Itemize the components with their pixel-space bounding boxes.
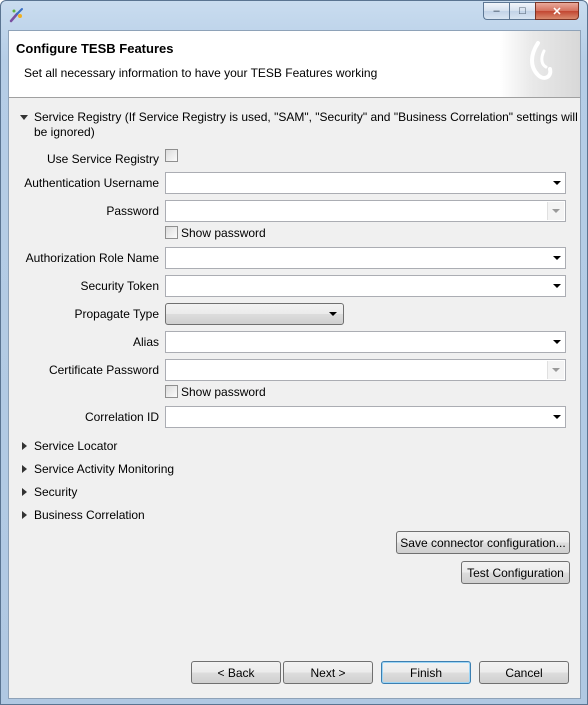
save-connector-config-button[interactable]: Save connector configuration... (396, 531, 570, 554)
security-token-label: Security Token (80, 279, 160, 293)
next-button[interactable]: Next > (283, 661, 373, 684)
auth-role-label: Authorization Role Name (25, 251, 159, 265)
cert-password-field[interactable] (165, 359, 566, 381)
wizard-window: – □ ✕ Configure TESB Features Set all ne… (0, 0, 588, 705)
alias-label: Alias (132, 335, 159, 349)
chevron-down-icon (552, 368, 560, 372)
expand-arrow-icon[interactable] (22, 465, 27, 473)
maximize-button[interactable]: □ (509, 2, 535, 20)
auth-role-combo[interactable] (165, 247, 566, 269)
show-password-checkbox[interactable] (165, 226, 178, 239)
chevron-down-icon (553, 415, 561, 419)
title-bar: – □ ✕ (1, 1, 587, 29)
dialog-client-area: Configure TESB Features Set all necessar… (8, 30, 581, 699)
section-business-correlation[interactable]: Business Correlation (34, 508, 145, 522)
auth-username-label: Authentication Username (24, 176, 159, 190)
correlation-id-combo[interactable] (165, 406, 566, 428)
expand-arrow-icon[interactable] (22, 488, 27, 496)
section-service-locator[interactable]: Service Locator (34, 439, 117, 453)
cert-password-label: Certificate Password (48, 363, 159, 377)
correlation-id-label: Correlation ID (84, 410, 159, 424)
expand-arrow-icon[interactable] (22, 511, 27, 519)
propagate-type-label: Propagate Type (74, 307, 159, 321)
show-cert-password-label: Show password (181, 385, 266, 399)
chevron-down-icon (329, 312, 337, 316)
talend-logo-icon (530, 41, 553, 80)
chevron-down-icon (552, 209, 560, 213)
finish-button[interactable]: Finish (381, 661, 471, 684)
close-button[interactable]: ✕ (535, 2, 579, 20)
expand-arrow-icon[interactable] (22, 442, 27, 450)
show-password-label: Show password (181, 226, 266, 240)
password-label: Password (106, 204, 159, 218)
wizard-header: Configure TESB Features Set all necessar… (9, 31, 580, 98)
wizard-logo (500, 31, 580, 97)
chevron-down-icon (553, 181, 561, 185)
show-cert-password-checkbox[interactable] (165, 385, 178, 398)
propagate-type-select[interactable] (165, 303, 344, 325)
password-field[interactable] (165, 200, 566, 222)
use-service-registry-checkbox[interactable] (165, 149, 178, 162)
expand-arrow-icon[interactable] (20, 115, 28, 120)
chevron-down-icon (553, 256, 561, 260)
chevron-down-icon (553, 340, 561, 344)
page-title: Configure TESB Features (16, 41, 174, 56)
use-service-registry-label: Use Service Registry (46, 152, 159, 166)
section-sam[interactable]: Service Activity Monitoring (34, 462, 174, 476)
test-configuration-button[interactable]: Test Configuration (461, 561, 570, 584)
section-security[interactable]: Security (34, 485, 77, 499)
page-description: Set all necessary information to have yo… (24, 66, 378, 80)
section-service-registry-note: be ignored) (34, 125, 95, 139)
cancel-button[interactable]: Cancel (479, 661, 569, 684)
alias-combo[interactable] (165, 331, 566, 353)
security-token-combo[interactable] (165, 275, 566, 297)
chevron-down-icon (553, 284, 561, 288)
minimize-button[interactable]: – (483, 2, 509, 20)
app-icon (9, 8, 23, 23)
back-button[interactable]: < Back (191, 661, 281, 684)
auth-username-combo[interactable] (165, 172, 566, 194)
section-service-registry[interactable]: Service Registry (If Service Registry is… (34, 110, 578, 124)
